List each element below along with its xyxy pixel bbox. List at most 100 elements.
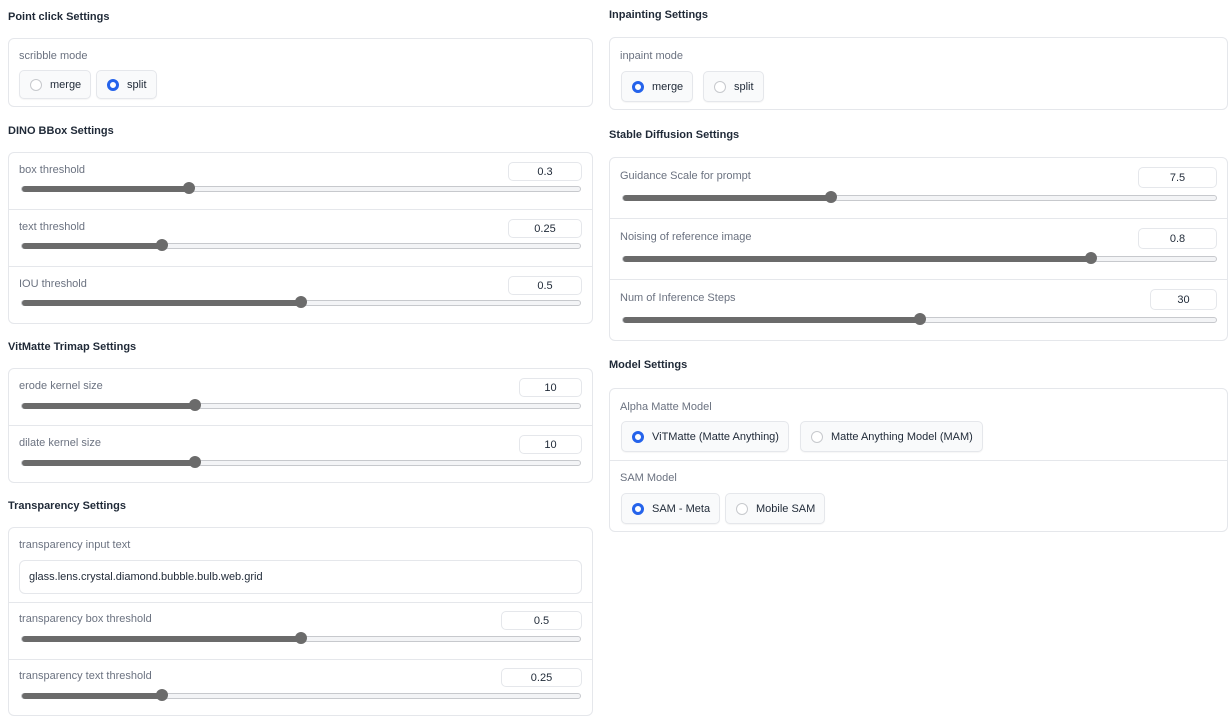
vitmatte-panel: erode kernel size 10 dilate kernel size … xyxy=(8,368,593,483)
guidance-scale-slider[interactable] xyxy=(622,191,1217,203)
scribble-merge-radio[interactable]: merge xyxy=(19,70,92,99)
transparency-input-label: transparency input text xyxy=(19,539,131,551)
transparency-text-threshold-input[interactable]: 0.25 xyxy=(501,668,582,687)
sam-meta-radio[interactable]: SAM - Meta xyxy=(621,493,721,524)
radio-label: split xyxy=(734,80,754,93)
inference-steps-label: Num of Inference Steps xyxy=(620,292,736,304)
box-threshold-input[interactable]: 0.3 xyxy=(508,162,582,181)
text-threshold-input[interactable]: 0.25 xyxy=(508,219,582,238)
guidance-scale-input[interactable]: 7.5 xyxy=(1138,167,1217,188)
erode-kernel-slider[interactable] xyxy=(21,399,581,411)
slider-thumb[interactable] xyxy=(824,191,837,203)
dino-panel: box threshold 0.3 text threshold 0.25 IO… xyxy=(8,152,593,324)
iou-threshold-input[interactable]: 0.5 xyxy=(508,276,582,295)
point-click-settings-title: Point click Settings xyxy=(8,11,110,23)
slider-thumb[interactable] xyxy=(188,456,201,468)
noising-label: Noising of reference image xyxy=(620,231,752,243)
noising-slider[interactable] xyxy=(622,252,1217,264)
dilate-kernel-input[interactable]: 10 xyxy=(519,435,582,454)
radio-label: merge xyxy=(652,80,684,93)
radio-circle-icon xyxy=(714,80,726,93)
slider-fill xyxy=(22,403,195,409)
sam-model-row: SAM Model SAM - Meta Mobile SAM xyxy=(610,461,1227,531)
stable-diffusion-settings-title: Stable Diffusion Settings xyxy=(609,129,740,141)
erode-kernel-input[interactable]: 10 xyxy=(519,378,582,397)
transparency-box-threshold-slider[interactable] xyxy=(21,632,581,644)
transparency-settings-title: Transparency Settings xyxy=(8,500,126,512)
radio-label: merge xyxy=(50,78,82,91)
slider-fill xyxy=(22,186,190,192)
inference-steps-slider[interactable] xyxy=(622,313,1217,325)
radio-circle-icon xyxy=(811,430,823,443)
box-threshold-slider[interactable] xyxy=(21,182,581,194)
mobile-sam-radio[interactable]: Mobile SAM xyxy=(725,493,826,524)
radio-label: ViTMatte (Matte Anything) xyxy=(652,430,779,443)
transparency-box-threshold-label: transparency box threshold xyxy=(19,613,152,625)
radio-circle-icon xyxy=(736,502,748,515)
slider-thumb[interactable] xyxy=(155,689,168,701)
guidance-scale-row: Guidance Scale for prompt 7.5 xyxy=(610,158,1227,219)
sam-model-label: SAM Model xyxy=(620,472,677,484)
radio-selected-icon xyxy=(632,80,644,93)
vitmatte-settings-title: VitMatte Trimap Settings xyxy=(8,341,137,353)
transparency-text-input[interactable]: glass.lens.crystal.diamond.bubble.bulb.w… xyxy=(19,560,582,594)
slider-thumb[interactable] xyxy=(913,313,926,325)
radio-circle-icon xyxy=(30,78,42,91)
inpainting-panel: inpaint mode merge split xyxy=(609,37,1228,110)
inpaint-merge-radio[interactable]: merge xyxy=(621,71,694,102)
alpha-matte-row: Alpha Matte Model ViTMatte (Matte Anythi… xyxy=(610,389,1227,461)
dilate-kernel-slider[interactable] xyxy=(21,456,581,468)
slider-thumb[interactable] xyxy=(295,632,307,644)
erode-kernel-row: erode kernel size 10 xyxy=(9,369,592,426)
slider-fill xyxy=(623,317,920,323)
slider-thumb[interactable] xyxy=(183,182,196,194)
transparency-input-row: transparency input text glass.lens.cryst… xyxy=(9,528,592,603)
noising-row: Noising of reference image 0.8 xyxy=(610,219,1227,280)
dilate-kernel-row: dilate kernel size 10 xyxy=(9,426,592,483)
box-threshold-label: box threshold xyxy=(19,164,86,176)
model-panel: Alpha Matte Model ViTMatte (Matte Anythi… xyxy=(609,388,1228,532)
transparency-text-threshold-label: transparency text threshold xyxy=(19,670,152,682)
iou-threshold-label: IOU threshold xyxy=(19,278,87,290)
text-threshold-label: text threshold xyxy=(19,221,86,233)
scribble-mode-label: scribble mode xyxy=(19,50,88,62)
point-click-panel: scribble mode merge split xyxy=(8,38,593,107)
radio-label: SAM - Meta xyxy=(652,502,711,515)
slider-fill xyxy=(623,195,831,201)
slider-thumb[interactable] xyxy=(295,296,307,308)
dino-settings-title: DINO BBox Settings xyxy=(8,125,114,137)
radio-selected-icon xyxy=(107,78,119,91)
slider-fill xyxy=(22,243,162,249)
inference-steps-row: Num of Inference Steps 30 xyxy=(610,280,1227,340)
slider-fill xyxy=(623,256,1092,262)
radio-selected-icon xyxy=(632,502,644,515)
iou-threshold-row: IOU threshold 0.5 xyxy=(9,267,592,323)
slider-thumb[interactable] xyxy=(1085,252,1098,264)
scribble-split-radio[interactable]: split xyxy=(96,70,157,99)
text-threshold-row: text threshold 0.25 xyxy=(9,210,592,267)
slider-fill xyxy=(22,300,301,306)
inference-steps-input[interactable]: 30 xyxy=(1150,289,1217,310)
transparency-text-threshold-row: transparency text threshold 0.25 xyxy=(9,660,592,716)
noising-input[interactable]: 0.8 xyxy=(1138,228,1217,249)
transparency-panel: transparency input text glass.lens.cryst… xyxy=(8,527,593,716)
transparency-text-threshold-slider[interactable] xyxy=(21,689,581,701)
slider-thumb[interactable] xyxy=(188,399,201,411)
erode-kernel-label: erode kernel size xyxy=(19,380,103,392)
radio-label: split xyxy=(127,78,147,91)
mam-radio[interactable]: Matte Anything Model (MAM) xyxy=(800,421,983,452)
dilate-kernel-label: dilate kernel size xyxy=(19,437,101,449)
stable-diffusion-panel: Guidance Scale for prompt 7.5 Noising of… xyxy=(609,157,1228,341)
alpha-matte-label: Alpha Matte Model xyxy=(620,401,712,413)
vitmatte-radio[interactable]: ViTMatte (Matte Anything) xyxy=(621,421,789,452)
slider-thumb[interactable] xyxy=(155,239,168,251)
slider-fill xyxy=(22,693,162,699)
iou-threshold-slider[interactable] xyxy=(21,296,581,308)
inpaint-split-radio[interactable]: split xyxy=(703,71,764,102)
text-threshold-slider[interactable] xyxy=(21,239,581,251)
transparency-box-threshold-input[interactable]: 0.5 xyxy=(501,611,582,630)
model-settings-title: Model Settings xyxy=(609,359,688,371)
guidance-scale-label: Guidance Scale for prompt xyxy=(620,170,751,182)
radio-selected-icon xyxy=(632,430,644,443)
radio-label: Matte Anything Model (MAM) xyxy=(831,430,973,443)
